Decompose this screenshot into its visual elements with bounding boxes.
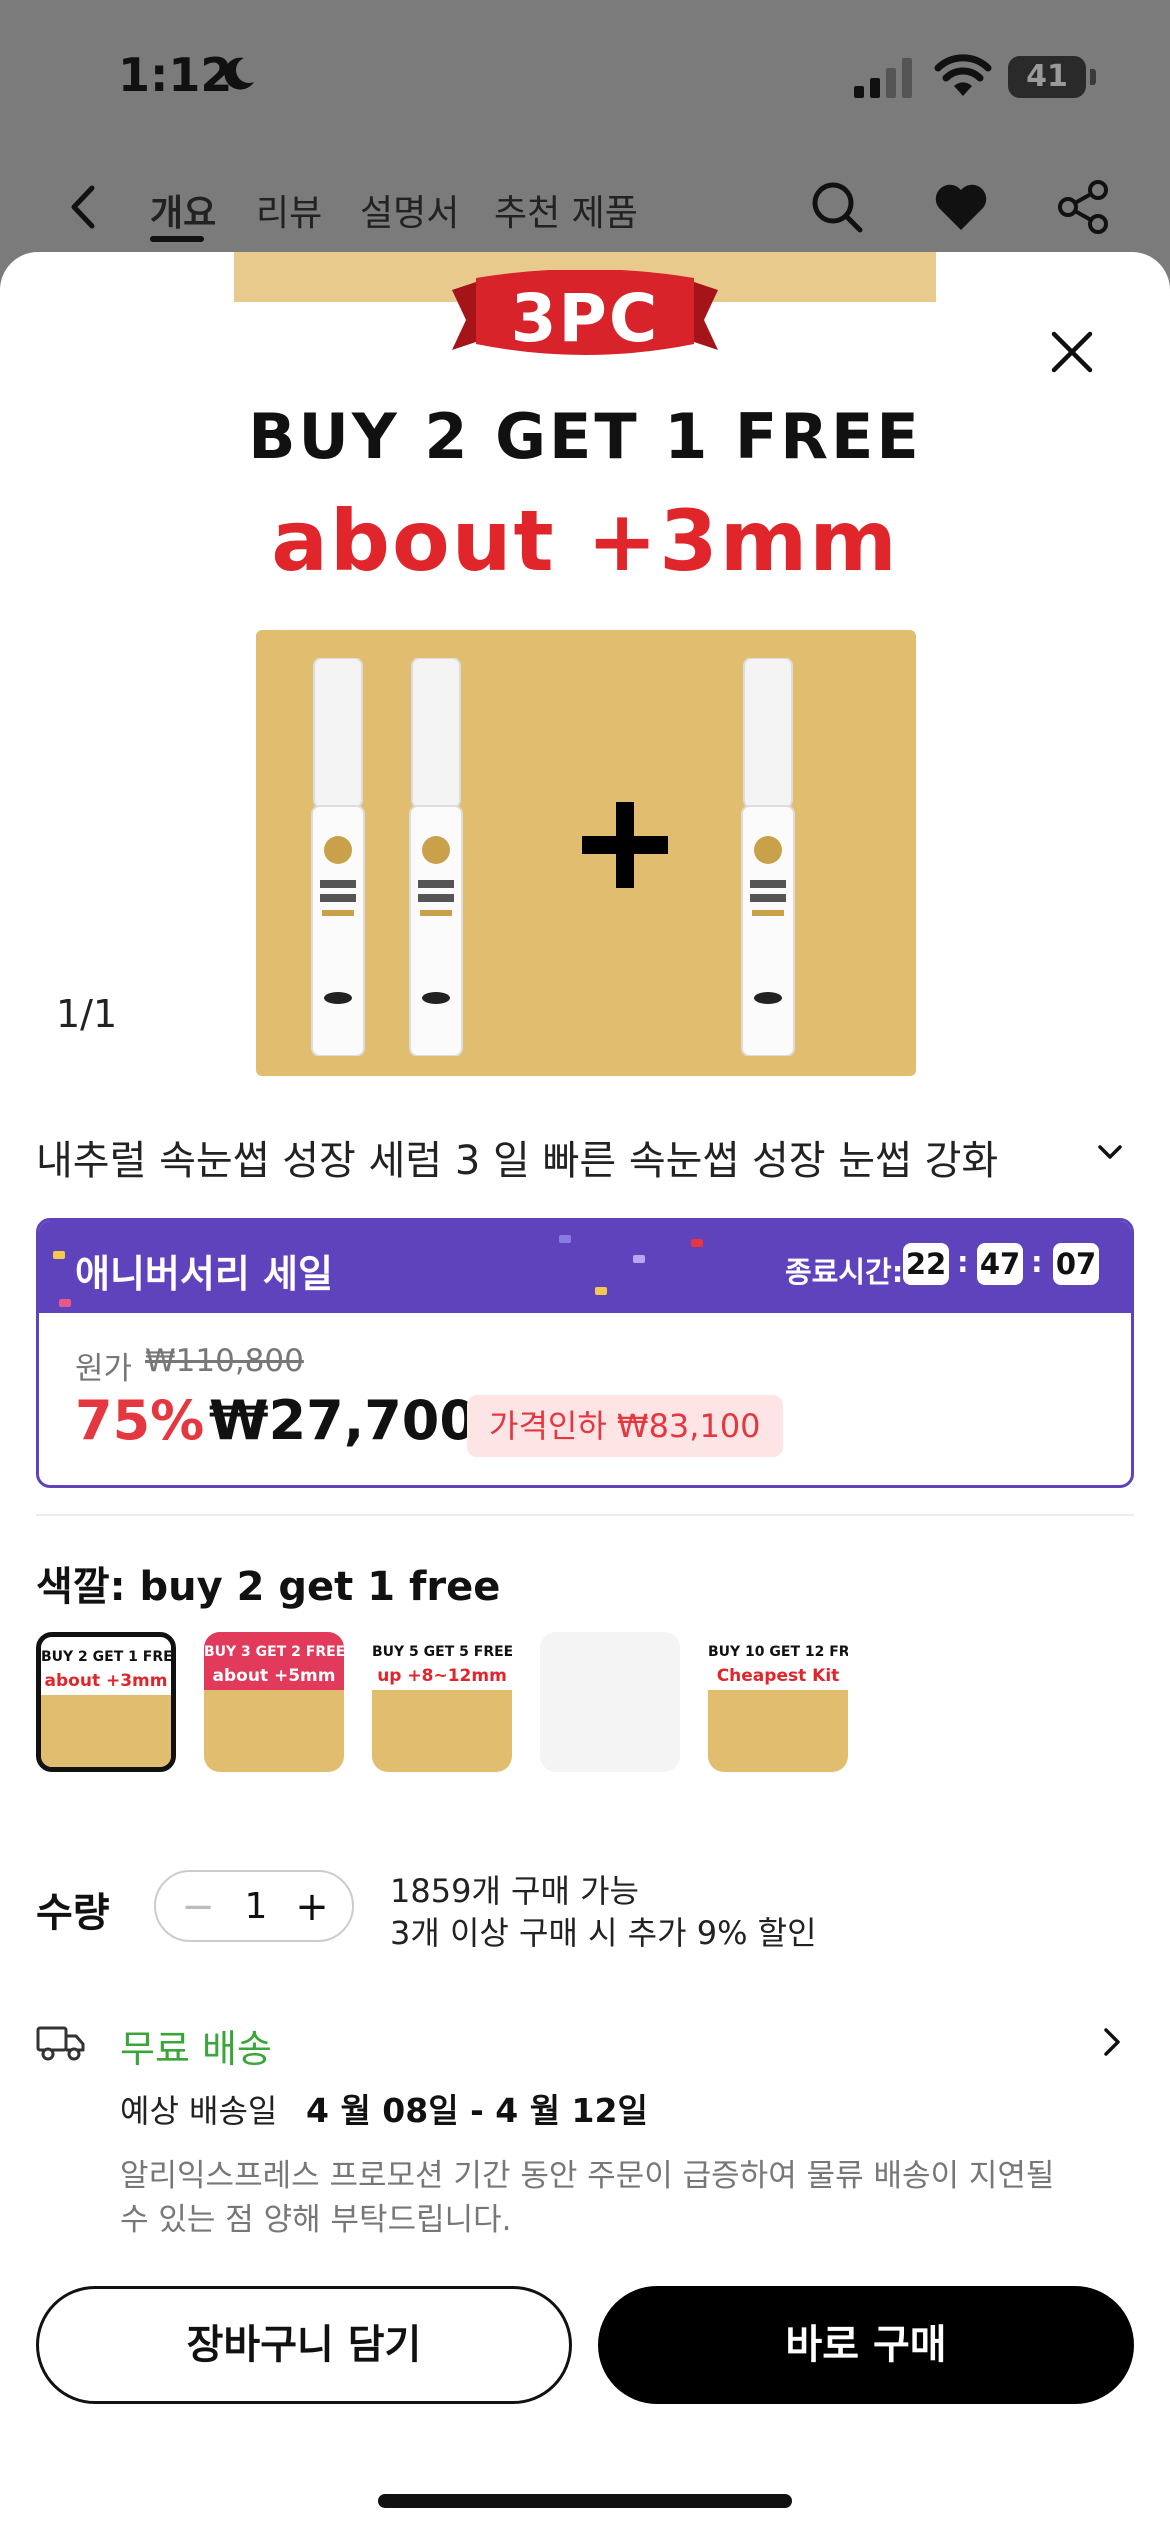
tab-recommended[interactable]: 추천 제품 <box>494 184 638 236</box>
image-counter: 1/1 <box>56 992 118 1036</box>
buy-now-button[interactable]: 바로 구매 <box>598 2286 1134 2404</box>
color-swatch-buy3get2[interactable]: BUY 3 GET 2 FREE about +5mm <box>204 1632 344 1772</box>
color-swatch-placeholder[interactable] <box>540 1632 680 1772</box>
chevron-down-icon[interactable] <box>1094 1136 1126 1168</box>
timer-separator: : <box>1031 1245 1043 1279</box>
anniversary-sale-box: 애니버서리 세일 종료시간: 22 : 47 : 07 원가 ₩110,800 … <box>36 1218 1134 1488</box>
timer-hours: 22 <box>903 1243 949 1285</box>
serum-bottle-image <box>741 658 795 1056</box>
increase-quantity-button[interactable]: + <box>292 1882 332 1932</box>
product-photo-panel <box>256 630 916 1076</box>
share-icon[interactable] <box>1054 178 1112 236</box>
tab-description[interactable]: 설명서 <box>360 184 459 236</box>
wifi-icon <box>934 54 992 96</box>
discount-percent: 75% <box>75 1389 205 1452</box>
status-time: 1:12 <box>118 48 233 102</box>
search-icon[interactable] <box>808 178 866 236</box>
timer-separator: : <box>957 1245 969 1279</box>
add-to-cart-button[interactable]: 장바구니 담기 <box>36 2286 572 2404</box>
product-title: 내추럴 속눈썹 성장 세럼 3 일 빠른 속눈썹 성장 눈썹 강화 <box>36 1138 999 1184</box>
promo-subheadline: about +3mm <box>271 492 899 590</box>
sale-header: 애니버서리 세일 종료시간: 22 : 47 : 07 <box>39 1221 1131 1313</box>
quantity-value[interactable]: 1 <box>226 1882 286 1932</box>
original-price: ₩110,800 <box>145 1343 304 1379</box>
tab-active-underline <box>150 236 204 242</box>
section-divider <box>36 1514 1134 1516</box>
quantity-stepper: − 1 + <box>154 1870 354 1942</box>
swatch-photo <box>41 1695 171 1767</box>
price-drop-badge: 가격인하 ₩83,100 <box>467 1395 783 1457</box>
sale-price: ₩27,700 <box>209 1389 477 1452</box>
timer-label: 종료시간: <box>785 1255 904 1289</box>
home-indicator <box>378 2494 792 2508</box>
back-arrow-icon[interactable] <box>62 182 106 232</box>
timer-minutes: 47 <box>977 1243 1023 1285</box>
swatch-line1: BUY 5 GET 5 FREE <box>372 1644 512 1660</box>
battery-indicator: 41 <box>1008 56 1086 98</box>
swatch-line2: up +8~12mm <box>377 1666 507 1686</box>
sale-title: 애니버서리 세일 <box>75 1252 333 1296</box>
tab-reviews[interactable]: 리뷰 <box>256 184 322 236</box>
cellular-signal-icon <box>854 58 912 98</box>
confetti-decoration <box>691 1239 703 1247</box>
swatch-line1: BUY 3 GET 2 FREE <box>204 1644 344 1660</box>
swatch-line1: BUY 2 GET 1 FREE <box>41 1649 176 1665</box>
heart-icon[interactable] <box>932 178 990 236</box>
promo-headline: BUY 2 GET 1 FREE <box>248 400 922 473</box>
tab-overview[interactable]: 개요 <box>150 184 216 236</box>
delivery-estimate-range: 4 월 08일 - 4 월 12일 <box>306 2091 648 2130</box>
swatch-line2: about +3mm <box>44 1671 168 1691</box>
swatch-line2: Cheapest Kit <box>716 1666 840 1686</box>
serum-bottle-image <box>311 658 365 1056</box>
serum-bottle-image <box>409 658 463 1056</box>
original-price-label: 원가 <box>75 1351 133 1387</box>
available-stock: 1859개 구매 가능 <box>390 1872 639 1910</box>
swatch-photo <box>372 1690 512 1772</box>
chevron-right-icon[interactable] <box>1096 2024 1126 2060</box>
delivery-estimate-label: 예상 배송일 <box>120 2092 278 2130</box>
confetti-decoration <box>53 1251 65 1259</box>
decrease-quantity-button[interactable]: − <box>178 1882 218 1932</box>
plus-sign-graphic <box>582 802 668 888</box>
bulk-discount-note: 3개 이상 구매 시 추가 9% 할인 <box>390 1914 817 1952</box>
moon-icon <box>224 57 254 90</box>
confetti-decoration <box>595 1287 607 1295</box>
color-swatch-buy10get12[interactable]: BUY 10 GET 12 FREE Cheapest Kit <box>708 1632 848 1772</box>
swatch-line1: BUY 10 GET 12 FREE <box>708 1644 848 1660</box>
swatch-line2: about +5mm <box>212 1666 336 1686</box>
timer-seconds: 07 <box>1053 1243 1099 1285</box>
product-nav-bar: 개요 리뷰 설명서 추천 제품 <box>0 160 1170 260</box>
truck-icon <box>36 2026 85 2061</box>
status-bar: 1:12 41 <box>0 0 1170 150</box>
ribbon-text: 3PC <box>510 280 660 357</box>
quantity-label: 수량 <box>36 1890 110 1936</box>
color-option-label: 색깔: buy 2 get 1 free <box>36 1564 501 1610</box>
free-shipping-label[interactable]: 무료 배송 <box>120 2018 272 2073</box>
confetti-decoration <box>559 1235 571 1243</box>
close-icon[interactable] <box>1048 328 1096 376</box>
confetti-decoration <box>59 1299 71 1307</box>
sku-selector-sheet: 3PC BUY 2 GET 1 FREE about +3mm 1/1 내추럴 … <box>0 252 1170 2532</box>
swatch-photo <box>204 1690 344 1772</box>
shipping-delay-notice: 알리익스프레스 프로모션 기간 동안 주문이 급증하여 물류 배송이 지연될 수… <box>120 2158 1055 2238</box>
product-image[interactable]: 3PC BUY 2 GET 1 FREE about +3mm <box>234 252 936 1092</box>
confetti-decoration <box>633 1255 645 1263</box>
swatch-photo <box>708 1690 848 1772</box>
color-swatch-buy5get5[interactable]: BUY 5 GET 5 FREE up +8~12mm <box>372 1632 512 1772</box>
battery-tip <box>1090 69 1096 85</box>
color-swatch-buy2get1[interactable]: BUY 2 GET 1 FREE about +3mm <box>36 1632 176 1772</box>
